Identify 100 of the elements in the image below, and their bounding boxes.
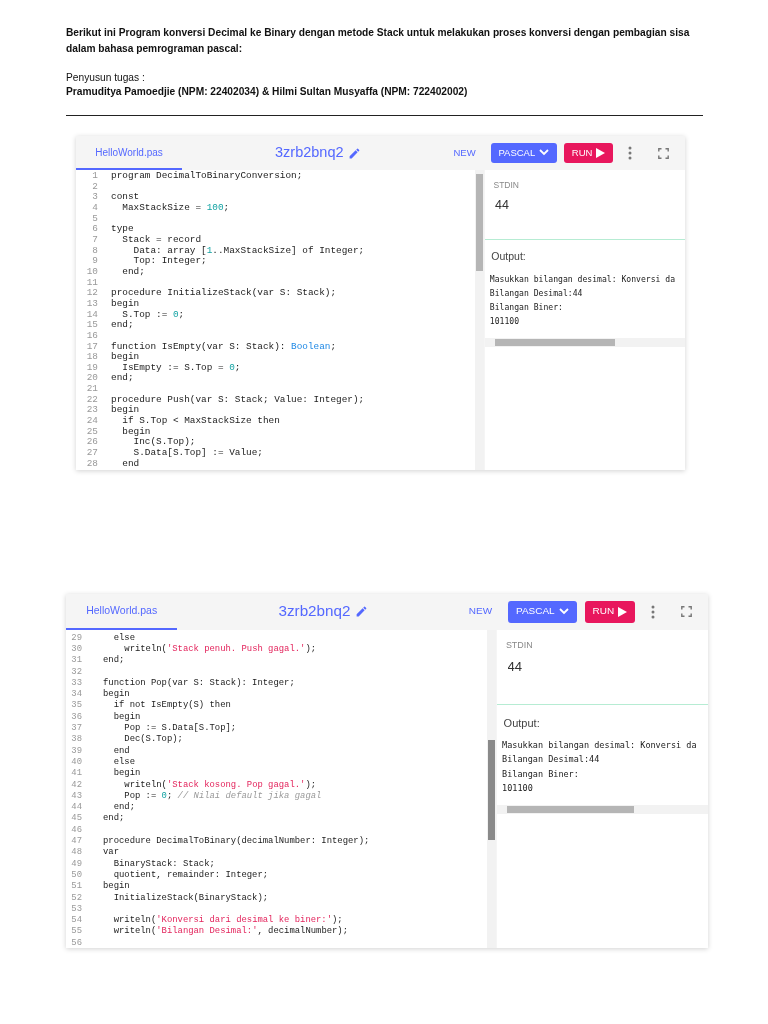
output-label: Output: [502,715,541,731]
line-number: 4 [91,202,98,214]
code-line: Pop := S.Data[S.Top]; [123,723,237,734]
line-number: 5 [91,213,98,225]
line-number: 17 [85,341,98,353]
language-button[interactable]: PASCAL [508,600,577,623]
line-number: 8 [91,245,98,257]
line-number: 46 [70,824,82,837]
code-line: begin [111,298,140,310]
pencil-icon[interactable] [347,146,361,160]
line-number: 3 [91,192,98,203]
code-line: begin [111,405,140,416]
output-line: 101100 [502,781,534,795]
scrollbar[interactable] [485,337,685,347]
code-line: Data: array [1..MaxStackSize] of Integer; [132,245,365,257]
line-number: 41 [70,768,82,780]
scrollbar[interactable] [475,170,484,470]
code-line: end; [103,813,125,825]
line-number: 51 [70,881,82,893]
code-line: end; [111,320,134,331]
code-line: end [121,458,140,470]
code-line: writeln('Stack kosong. Pop gagal.'); [123,779,317,791]
line-number: 15 [85,320,98,331]
output-line: Masukkan bilangan desimal: Konversi da [502,738,698,752]
more-options-icon[interactable] [651,604,655,619]
code-line: var [103,847,119,859]
code-line: const [111,192,140,203]
code-line: procedure InitializeStack(var S: Stack); [111,288,337,299]
line-number: 18 [85,352,98,363]
code-line: end; [121,266,145,278]
project-title: 3zrb2bnq2 [278,601,351,622]
code-line: BinaryStack: Stack; [112,858,215,870]
code-line: else [112,632,135,644]
code-line: Stack = record [121,234,201,246]
chevron-down-icon [558,608,569,616]
line-number: 42 [70,779,82,791]
line-number: 24 [85,416,98,427]
chevron-down-icon [539,149,550,157]
fullscreen-icon[interactable] [681,606,692,618]
author-names: Pramuditya Pamoedjie (NPM: 22402034) & Hilmi Sultan Musyaffa (NPM: 722402002) [66,85,469,99]
output-line: 101100 [489,314,521,328]
line-number: 37 [70,723,82,735]
line-number: 35 [70,700,82,712]
line-number: 27 [85,448,98,459]
stdin-label: STDIN [492,178,520,192]
run-button[interactable]: RUN [564,142,613,164]
output-line: Bilangan Desimal:44 [489,286,584,300]
line-number: 50 [70,869,82,882]
code-line: begin [103,881,130,893]
run-button[interactable]: RUN [584,600,636,623]
code-line: type [111,224,134,235]
language-button[interactable]: PASCAL [490,142,557,164]
code-line: end; [112,802,135,813]
new-button[interactable]: NEW [453,145,476,161]
line-number: 1 [91,171,98,182]
code-line: writeln('Bilangan Desimal:', decimalNumber); [112,926,348,938]
code-line: begin [112,768,141,780]
line-number: 14 [85,309,98,321]
line-number: 7 [91,234,98,246]
pencil-icon[interactable] [354,605,368,619]
new-button[interactable]: NEW [468,604,493,620]
line-number: 6 [91,224,98,235]
line-number: 13 [85,298,98,310]
stdin-field[interactable]: 44 [485,191,665,215]
code-line: function IsEmpty(var S: Stack): Boolean; [111,341,337,352]
scrollbar[interactable] [497,805,708,815]
code-line: writeln('Konversi dari desimal ke biner:'); [112,915,343,926]
line-number: 44 [70,802,82,814]
line-number: 39 [70,745,82,757]
fullscreen-icon[interactable] [658,147,669,159]
line-number: 49 [70,858,82,870]
line-number: 32 [70,666,82,678]
code-line: if S.Top < MaxStackSize then [121,416,280,427]
line-number: 25 [85,426,98,438]
line-number: 12 [85,288,98,299]
stdin-field[interactable]: 44 [497,652,687,677]
code-line: Pop := 0; // Nilai default jika gagal [123,790,322,802]
line-number: 9 [91,256,98,267]
code-line: begin [121,426,151,437]
code-line: end; [103,655,125,667]
line-number: 16 [85,330,98,342]
line-number: 30 [70,644,82,656]
line-number: 38 [70,734,82,746]
more-options-icon[interactable] [628,146,632,160]
play-icon [618,606,628,617]
line-number: 36 [70,711,82,724]
output-label: Output: [490,249,527,265]
code-line: S.Top := 0; [121,309,185,320]
line-number: 43 [70,790,82,803]
line-number: 22 [85,394,98,406]
author-label: Penyusun tugas : [66,71,146,85]
line-number: 23 [85,405,98,417]
line-number: 55 [70,926,82,938]
stdin-label: STDIN [504,638,534,652]
line-number: 48 [70,847,82,859]
line-number: 29 [70,632,82,644]
line-number: 2 [91,181,98,193]
scrollbar[interactable] [487,629,496,948]
code-line: procedure DecimalToBinary(decimalNumber: Integer); [103,836,370,848]
code-line: else [112,756,135,768]
